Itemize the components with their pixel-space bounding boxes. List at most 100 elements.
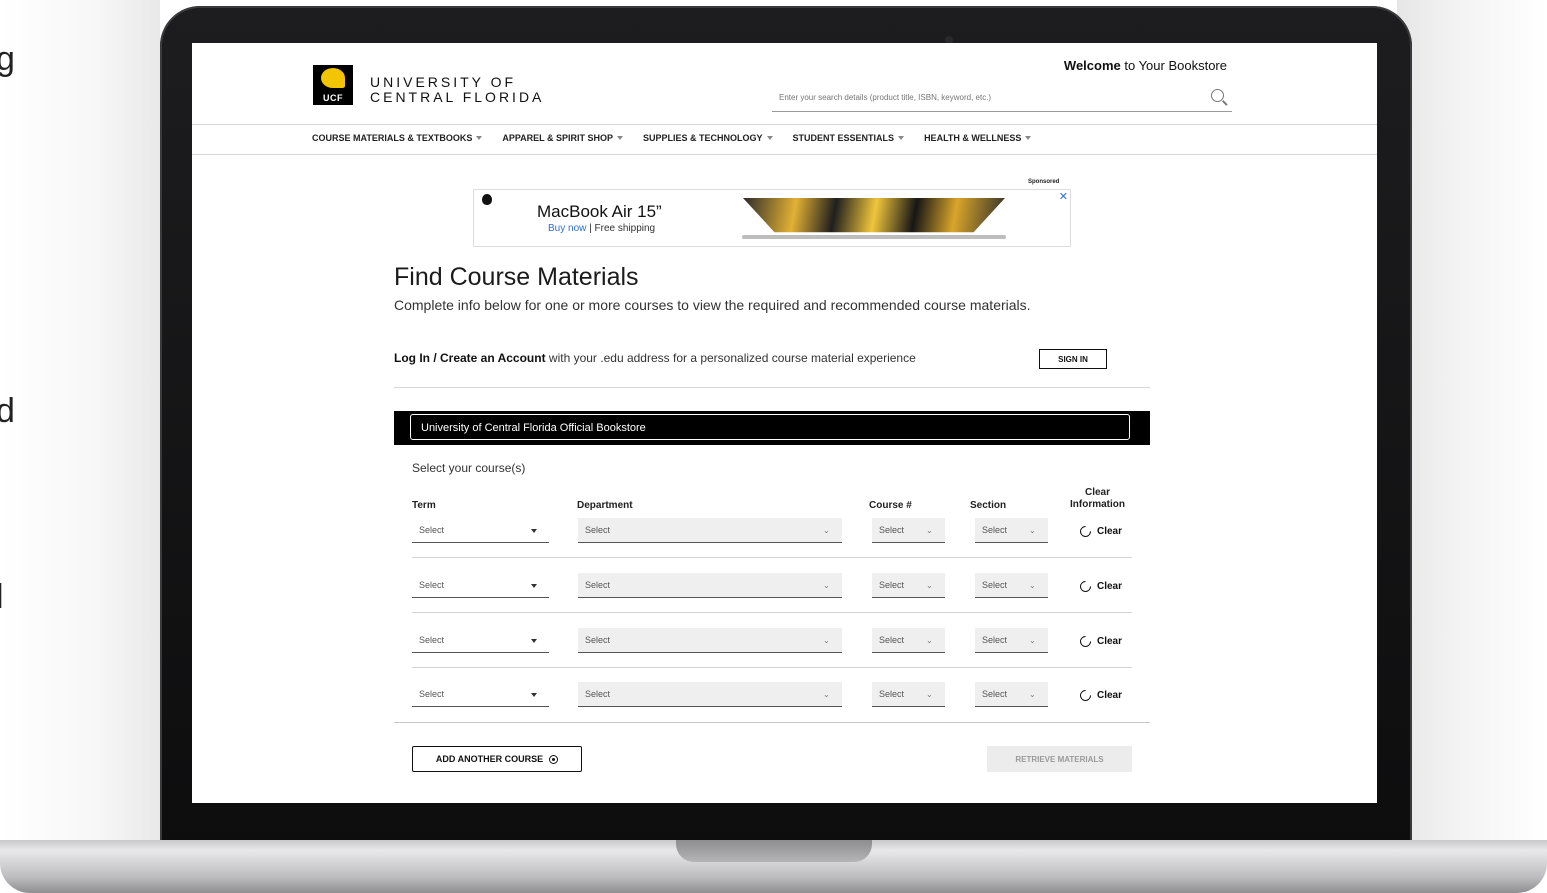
row-divider (412, 667, 1132, 668)
clear-button[interactable]: Clear (1077, 633, 1123, 650)
select-value: Select (585, 689, 611, 699)
ad-shipping: Free shipping (594, 223, 656, 234)
page-title: Find Course Materials (394, 263, 639, 291)
term-select[interactable]: Select (412, 573, 549, 598)
nav-item-supplies[interactable]: SUPPLIES & TECHNOLOGY (643, 133, 773, 143)
chevron-down-icon: ⌄ (926, 581, 933, 590)
nav-item-health[interactable]: HEALTH & WELLNESS (924, 133, 1032, 143)
search-input[interactable] (772, 85, 1199, 109)
course-row: Select Select ⌄ Select ⌄ Select ⌄ Clear (412, 628, 1132, 673)
department-select[interactable]: Select ⌄ (578, 573, 842, 598)
store-selector[interactable]: University of Central Florida Official B… (410, 414, 1130, 440)
nav-divider-bottom (192, 154, 1377, 155)
nav-label: APPAREL & SPIRIT SHOP (502, 133, 614, 143)
course-select[interactable]: Select ⌄ (872, 573, 945, 598)
ucf-logo[interactable]: UCF (313, 65, 353, 105)
screen: UCF UNIVERSITY OF CENTRAL FLORIDA Welcom… (192, 43, 1377, 803)
select-value: Select (982, 525, 1008, 535)
chevron-down-icon (1025, 136, 1032, 140)
row-divider (412, 612, 1132, 613)
section-select[interactable]: Select ⌄ (975, 518, 1048, 543)
clear-button[interactable]: Clear (1077, 687, 1122, 704)
department-select[interactable]: Select ⌄ (578, 628, 842, 653)
header-clear-line2: Information (1070, 499, 1125, 510)
university-name[interactable]: UNIVERSITY OF CENTRAL FLORIDA (370, 75, 544, 105)
course-row: Select Select ⌄ Select ⌄ Select ⌄ Clear (412, 573, 1132, 618)
nav-item-course-materials[interactable]: COURSE MATERIALS & TEXTBOOKS (312, 133, 483, 143)
sign-in-button[interactable]: SIGN IN (1039, 349, 1107, 369)
macbook-ad[interactable]: MacBook Air 15” Buy now | Free shipping … (473, 189, 1071, 247)
section-select[interactable]: Select ⌄ (975, 628, 1048, 653)
buy-now-link[interactable]: Buy now (548, 223, 586, 234)
dropdown-arrow-icon (531, 529, 537, 533)
select-value: Select (419, 635, 445, 645)
login-rest: with your .edu address for a personalize… (545, 351, 916, 365)
course-select[interactable]: Select ⌄ (872, 628, 945, 653)
select-value: Select (419, 525, 445, 535)
section-select[interactable]: Select ⌄ (975, 573, 1048, 598)
close-icon[interactable]: ✕ (1059, 190, 1068, 203)
term-select[interactable]: Select (412, 518, 549, 543)
dropdown-arrow-icon (531, 639, 537, 643)
background-left (0, 0, 160, 893)
nav-item-student-essentials[interactable]: STUDENT ESSENTIALS (793, 133, 905, 143)
edge-letter: g (0, 40, 15, 78)
department-select[interactable]: Select ⌄ (578, 518, 842, 543)
chevron-down-icon: ⌄ (823, 581, 830, 590)
nav-item-apparel[interactable]: APPAREL & SPIRIT SHOP (502, 133, 624, 143)
course-select[interactable]: Select ⌄ (872, 518, 945, 543)
refresh-icon (1077, 633, 1094, 650)
header-term: Term (412, 500, 436, 511)
dropdown-arrow-icon (531, 584, 537, 588)
section-select[interactable]: Select ⌄ (975, 682, 1048, 707)
ad-subtitle: Buy now | Free shipping (548, 223, 655, 234)
chevron-down-icon: ⌄ (823, 526, 830, 535)
login-link[interactable]: Log In / Create an Account (394, 351, 546, 365)
ad-separator: | (586, 223, 595, 234)
dropdown-arrow-icon (531, 693, 537, 697)
ad-title: MacBook Air 15” (537, 202, 662, 221)
nav-label: HEALTH & WELLNESS (924, 133, 1022, 143)
refresh-icon (1077, 578, 1094, 595)
welcome-rest: to Your Bookstore (1120, 58, 1227, 73)
retrieve-materials-button[interactable]: RETRIEVE MATERIALS (987, 746, 1132, 772)
select-value: Select (879, 635, 905, 645)
refresh-icon (1077, 687, 1094, 704)
store-bar: University of Central Florida Official B… (394, 411, 1150, 445)
pegasus-icon (321, 68, 345, 88)
select-value: Select (419, 580, 445, 590)
select-value: Select (585, 580, 611, 590)
header-clear-information: Clear Information (1070, 487, 1125, 511)
header-section: Section (970, 500, 1007, 511)
clear-button[interactable]: Clear (1077, 578, 1123, 595)
laptop-notch (676, 840, 872, 862)
row-divider (412, 557, 1132, 558)
welcome-bold: Welcome (1063, 58, 1121, 73)
logo-line2: CENTRAL FLORIDA (370, 89, 545, 105)
select-value: Select (879, 689, 905, 699)
chevron-down-icon: ⌄ (1029, 526, 1036, 535)
course-select[interactable]: Select ⌄ (872, 682, 945, 707)
background-right (1397, 0, 1547, 893)
term-select[interactable]: Select (412, 628, 549, 653)
clear-label: Clear (1097, 636, 1123, 647)
select-value: Select (982, 580, 1008, 590)
chevron-down-icon: ⌄ (926, 526, 933, 535)
apple-icon (482, 194, 492, 205)
sponsored-label: Sponsored (1028, 179, 1060, 185)
department-select[interactable]: Select ⌄ (578, 682, 842, 707)
logo-abbr: UCF (323, 93, 343, 103)
select-value: Select (982, 635, 1008, 645)
chevron-down-icon: ⌄ (926, 636, 933, 645)
search-icon[interactable] (1211, 89, 1224, 102)
clear-button[interactable]: Clear (1077, 523, 1122, 540)
refresh-icon (1077, 523, 1094, 540)
search-bar (772, 85, 1232, 112)
nav-label: SUPPLIES & TECHNOLOGY (643, 133, 763, 143)
term-select[interactable]: Select (412, 682, 549, 707)
edge-letter: l (0, 578, 4, 617)
welcome-text: Welcome to Your Bookstore (1064, 58, 1227, 73)
add-another-course-button[interactable]: ADD ANOTHER COURSE (412, 746, 582, 772)
chevron-down-icon (898, 136, 905, 140)
clear-label: Clear (1097, 581, 1123, 592)
